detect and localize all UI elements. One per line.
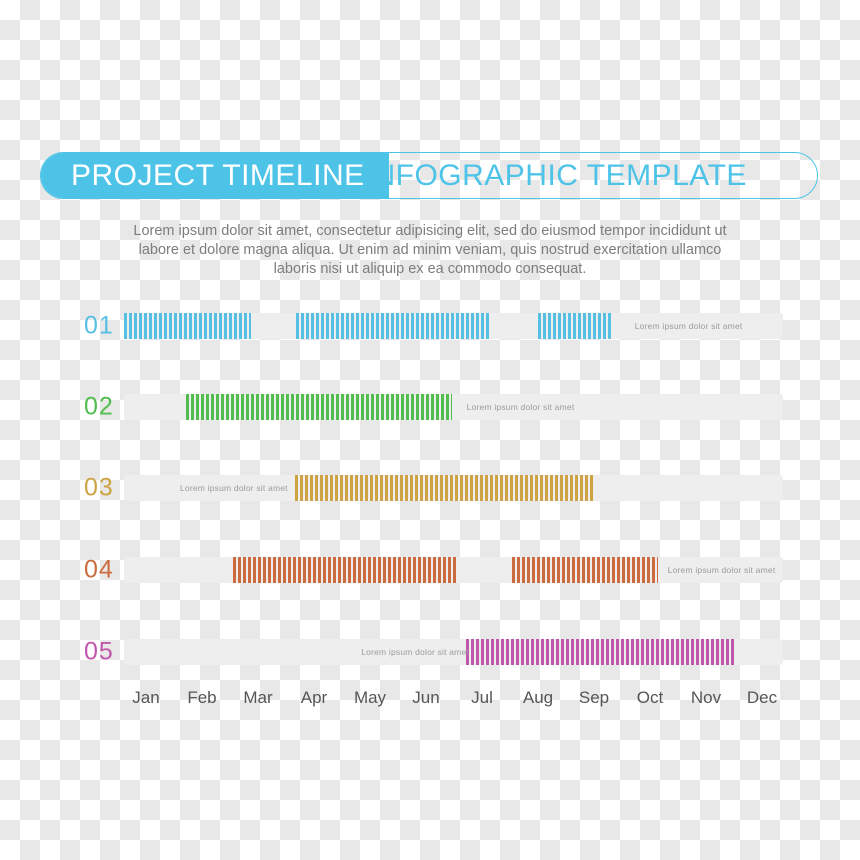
title-rest-text: INFOGRAPHIC TEMPLATE — [364, 158, 747, 192]
month-label-feb: Feb — [187, 688, 217, 707]
month-label-oct: Oct — [636, 688, 664, 707]
row-track-01: Lorem ipsum dolor sit amet — [124, 313, 783, 339]
month-label-may: May — [353, 688, 387, 707]
timeline-row-03: 03 Lorem ipsum dolor sit amet — [0, 468, 860, 508]
month-label-dec: Dec — [746, 688, 778, 707]
row-number-01: 01 — [84, 311, 114, 340]
row-number-02: 02 — [84, 392, 114, 421]
bar-segment-01-3[interactable] — [537, 313, 613, 339]
row-number-05: 05 — [84, 637, 114, 666]
row-label-01: Lorem ipsum dolor sit amet — [634, 321, 743, 331]
timeline-row-02: 02 Lorem ipsum dolor sit amet — [0, 387, 860, 427]
row-track-02: Lorem ipsum dolor sit amet — [124, 394, 783, 420]
row-label-03: Lorem ipsum dolor sit amet — [180, 483, 288, 493]
title-highlight-text: PROJECT TIMELINE — [71, 158, 365, 192]
timeline-row-04: 04 Lorem ipsum dolor sit amet — [0, 550, 860, 590]
month-label-jun: Jun — [412, 688, 440, 707]
row-number-03: 03 — [84, 473, 114, 502]
bar-segment-04-1[interactable] — [232, 557, 459, 583]
row-track-05: Lorem ipsum dolor sit amet — [124, 639, 783, 665]
row-track-03: Lorem ipsum dolor sit amet — [124, 475, 783, 501]
page-title: PROJECT TIMELINEINFOGRAPHIC TEMPLATE — [41, 159, 747, 193]
title-banner: PROJECT TIMELINEINFOGRAPHIC TEMPLATE — [40, 152, 818, 199]
row-number-04: 04 — [84, 555, 114, 584]
bar-segment-01-1[interactable] — [124, 313, 252, 339]
month-label-jul: Jul — [471, 688, 493, 707]
month-axis: Jan Feb Mar Apr May Jun Jul Aug Sep Oct Nov Dec — [118, 688, 790, 708]
timeline-row-01: 01 Lorem ipsum dolor sit amet — [0, 306, 860, 346]
month-label-jan: Jan — [132, 688, 160, 707]
bar-segment-04-2[interactable] — [512, 557, 658, 583]
month-label-mar: Mar — [243, 688, 273, 707]
subtitle-paragraph: Lorem ipsum dolor sit amet, consectetur … — [133, 223, 727, 277]
row-label-05: Lorem ipsum dolor sit amet — [361, 647, 469, 657]
month-label-sep: Sep — [578, 688, 610, 707]
bar-segment-02-1[interactable] — [185, 394, 453, 420]
bar-segment-03-1[interactable] — [294, 475, 594, 501]
row-label-04: Lorem ipsum dolor sit amet — [667, 565, 776, 575]
month-label-aug: Aug — [522, 688, 554, 707]
row-label-02: Lorem ipsum dolor sit amet — [466, 402, 575, 412]
infographic-canvas: PROJECT TIMELINEINFOGRAPHIC TEMPLATE Lor… — [0, 0, 860, 860]
month-label-nov: Nov — [690, 688, 722, 707]
timeline-row-05: 05 Lorem ipsum dolor sit amet — [0, 632, 860, 672]
row-track-04: Lorem ipsum dolor sit amet — [124, 557, 783, 583]
month-label-apr: Apr — [300, 688, 328, 707]
bar-segment-01-2[interactable] — [295, 313, 490, 339]
bar-segment-05-1[interactable] — [466, 639, 737, 665]
